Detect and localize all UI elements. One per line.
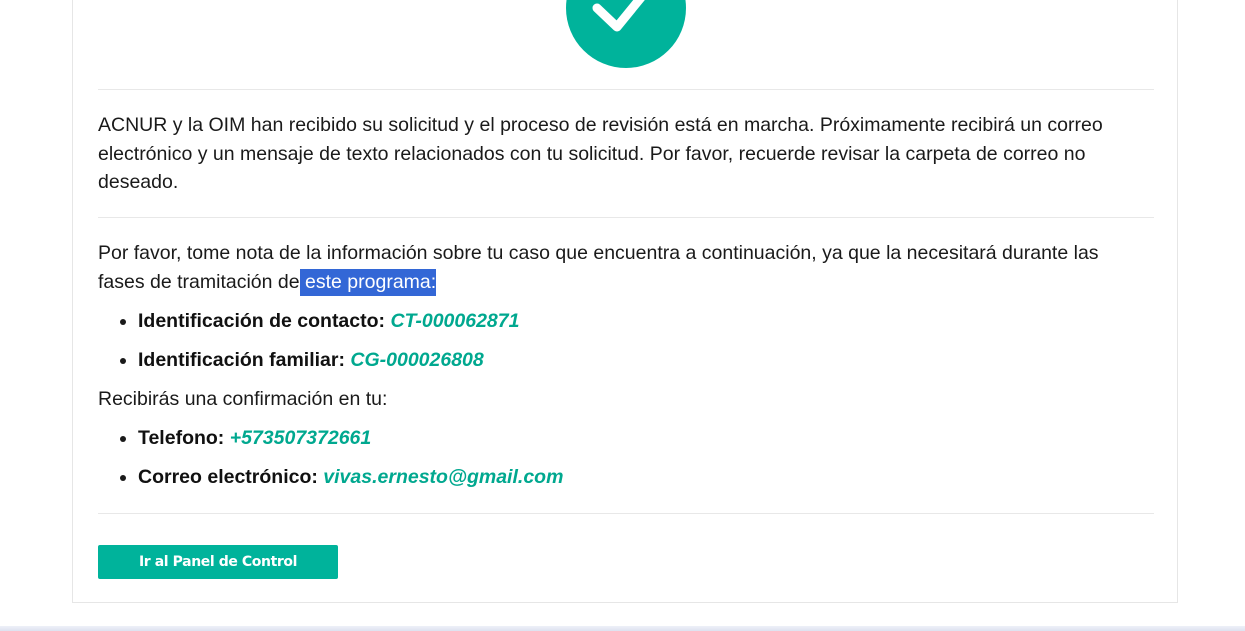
- family-id-label: Identificación familiar:: [138, 349, 345, 371]
- email-value: vivas.ernesto@gmail.com: [323, 466, 564, 488]
- confirmation-channel-list: Telefono: +573507372661 Correo electróni…: [98, 425, 563, 503]
- bullet-icon: [120, 319, 126, 325]
- confirmation-intro: Recibirás una confirmación en tu:: [98, 388, 388, 410]
- bullet-icon: [120, 475, 126, 481]
- case-info-intro: Por favor, tome nota de la información s…: [98, 239, 1148, 296]
- success-message: ACNUR y la OIM han recibido su solicitud…: [98, 114, 1103, 193]
- bullet-icon: [120, 358, 126, 364]
- list-item-email: Correo electrónico: vivas.ernesto@gmail.…: [98, 464, 563, 503]
- case-info-intro-text: Por favor, tome nota de la información s…: [98, 242, 1099, 293]
- list-item-phone: Telefono: +573507372661: [98, 425, 563, 464]
- list-item-family-id: Identificación familiar: CG-000026808: [98, 347, 519, 386]
- contact-id-label: Identificación de contacto:: [138, 310, 386, 332]
- family-id-value: CG-000026808: [350, 349, 484, 371]
- bullet-icon: [120, 436, 126, 442]
- divider: [98, 513, 1154, 514]
- go-to-dashboard-button[interactable]: Ir al Panel de Control: [98, 545, 338, 579]
- contact-id-value: CT-000062871: [390, 310, 520, 332]
- phone-label: Telefono:: [138, 427, 225, 449]
- list-item-contact-id: Identificación de contacto: CT-000062871: [98, 308, 519, 347]
- email-label: Correo electrónico:: [138, 466, 318, 488]
- page-bottom-edge: [0, 626, 1245, 631]
- confirmation-page: ACNUR y la OIM han recibido su solicitud…: [0, 0, 1245, 631]
- phone-value: +573507372661: [229, 427, 372, 449]
- divider: [98, 217, 1154, 218]
- checkmark-icon: [592, 0, 645, 32]
- divider: [98, 89, 1154, 90]
- success-checkmark-icon: [566, 0, 686, 68]
- case-id-list: Identificación de contacto: CT-000062871…: [98, 308, 519, 386]
- selected-text: este programa:: [299, 268, 437, 296]
